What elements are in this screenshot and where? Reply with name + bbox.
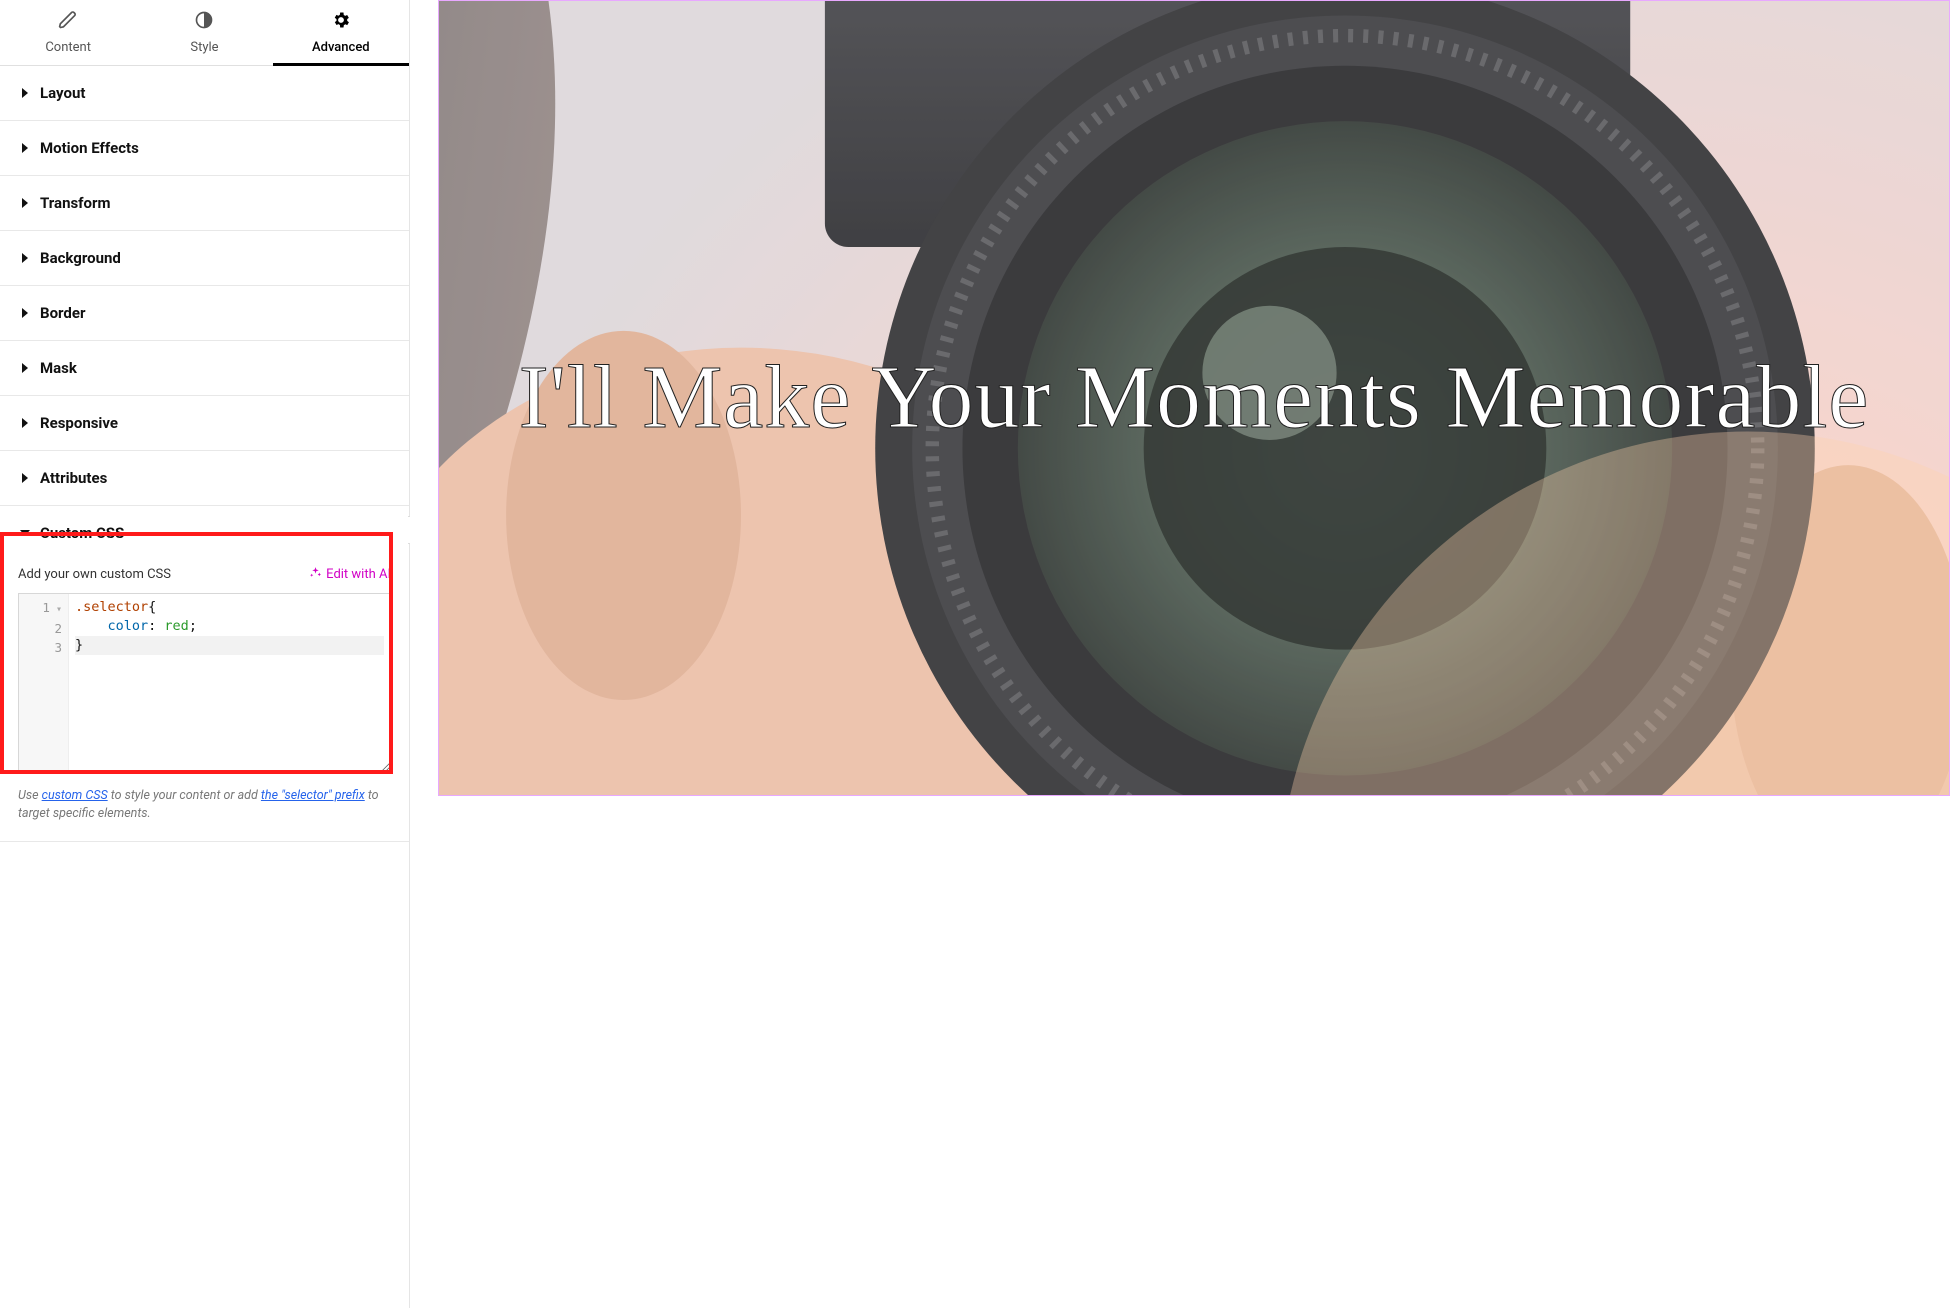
custom-css-body: Add your own custom CSS Edit with AI 1 2: [0, 566, 409, 841]
caret-right-icon: [20, 473, 30, 483]
section-mask[interactable]: Mask: [0, 341, 409, 396]
section-attributes[interactable]: Attributes: [0, 451, 409, 506]
hero-widget[interactable]: I'll Make Your Moments Memorable: [438, 0, 1950, 796]
pencil-icon: [58, 10, 78, 34]
section-layout[interactable]: Layout: [0, 66, 409, 121]
section-custom-css: Custom CSS Add your own custom CSS Edit …: [0, 506, 409, 842]
section-custom-css-header[interactable]: Custom CSS: [0, 506, 409, 560]
section-title: Custom CSS: [40, 524, 124, 542]
tab-label: Content: [45, 40, 91, 55]
edit-with-ai-button[interactable]: Edit with AI: [309, 566, 391, 583]
sparkle-icon: [309, 566, 322, 583]
half-circle-icon: [194, 10, 214, 34]
tab-style[interactable]: Style: [136, 0, 272, 65]
section-title: Attributes: [40, 469, 107, 487]
section-title: Layout: [40, 84, 85, 102]
gear-icon: [331, 10, 351, 34]
section-title: Responsive: [40, 414, 118, 432]
line-number: 1: [25, 598, 62, 619]
code-content[interactable]: .selector{ color: red; }: [69, 594, 390, 772]
caret-right-icon: [20, 198, 30, 208]
section-responsive[interactable]: Responsive: [0, 396, 409, 451]
edit-ai-label: Edit with AI: [326, 567, 391, 582]
editor-tabs: Content Style Advanced: [0, 0, 409, 66]
code-gutter: 1 2 3: [19, 594, 69, 772]
tab-label: Advanced: [312, 40, 370, 55]
section-title: Border: [40, 304, 85, 322]
tab-advanced[interactable]: Advanced: [273, 0, 409, 65]
custom-css-own-label: Add your own custom CSS: [18, 567, 171, 582]
custom-css-code-editor[interactable]: 1 2 3 .selector{ color: red; }: [18, 593, 391, 773]
custom-css-help-text: Use custom CSS to style your content or …: [18, 787, 391, 823]
canvas-preview: I'll Make Your Moments Memorable: [410, 0, 1950, 1308]
caret-right-icon: [20, 253, 30, 263]
help-link-custom-css[interactable]: custom CSS: [42, 788, 108, 803]
editor-sidebar: Content Style Advanced Layout: [0, 0, 410, 1308]
hero-headline: I'll Make Your Moments Memorable: [489, 343, 1900, 453]
section-title: Mask: [40, 359, 77, 377]
section-background[interactable]: Background: [0, 231, 409, 286]
section-title: Transform: [40, 194, 111, 212]
caret-down-icon: [20, 528, 30, 538]
caret-right-icon: [20, 363, 30, 373]
caret-right-icon: [20, 418, 30, 428]
help-link-selector-prefix[interactable]: the "selector" prefix: [261, 788, 365, 803]
tab-content[interactable]: Content: [0, 0, 136, 65]
line-number: 3: [25, 638, 62, 657]
line-number: 2: [25, 619, 62, 638]
app-root: Content Style Advanced Layout: [0, 0, 1950, 1308]
hero-text-wrap: I'll Make Your Moments Memorable: [439, 1, 1949, 795]
tab-label: Style: [190, 40, 218, 55]
caret-right-icon: [20, 88, 30, 98]
caret-right-icon: [20, 308, 30, 318]
section-border[interactable]: Border: [0, 286, 409, 341]
section-transform[interactable]: Transform: [0, 176, 409, 231]
caret-right-icon: [20, 143, 30, 153]
sections-list: Layout Motion Effects Transform Backgrou…: [0, 66, 409, 1308]
section-title: Background: [40, 249, 121, 267]
section-motion-effects[interactable]: Motion Effects: [0, 121, 409, 176]
section-title: Motion Effects: [40, 139, 139, 157]
